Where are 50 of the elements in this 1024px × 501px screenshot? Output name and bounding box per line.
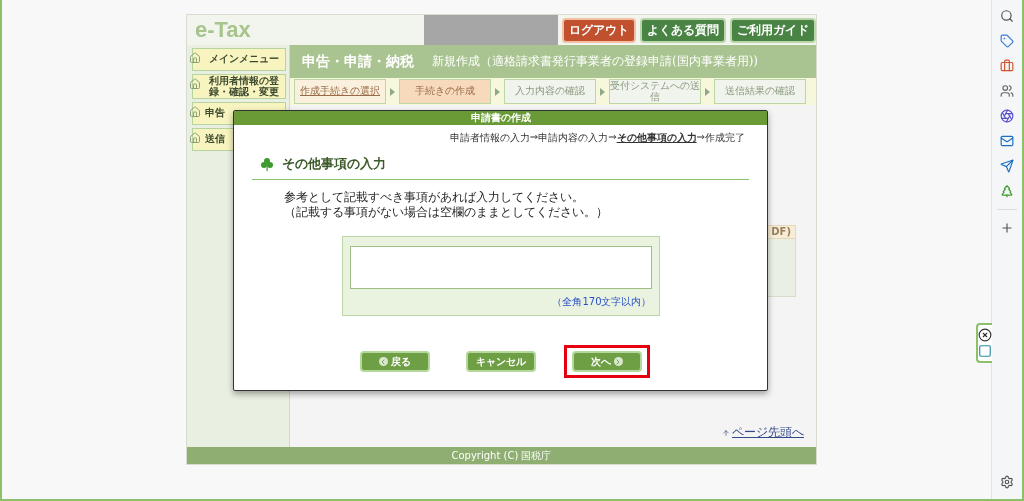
instruction-text: （記載する事項がない場合は空欄のままとしてください。） <box>284 205 609 220</box>
next-button[interactable]: 次へ <box>571 351 642 372</box>
house-icon <box>189 78 201 90</box>
instruction-text: 参考として記載すべき事項があれば入力してください。 <box>284 190 585 205</box>
page-subtitle: 新規作成（適格請求書発行事業者の登録申請(国内事業者用)) <box>432 53 759 70</box>
sidebar-item[interactable]: メインメニュー <box>192 48 286 71</box>
add-icon[interactable] <box>1000 221 1014 235</box>
close-icon[interactable] <box>978 328 992 342</box>
breadcrumb-item: その他事項の入力 <box>616 131 697 145</box>
sidebar-item[interactable]: 利用者情報の登録・確認・変更 <box>192 74 286 99</box>
step-item[interactable]: 入力内容の確認 <box>504 79 596 104</box>
breadcrumb-item: 申請内容の入力 <box>538 131 609 145</box>
clover-icon <box>260 157 274 171</box>
house-icon <box>189 106 201 118</box>
house-icon <box>189 132 201 144</box>
arrow-icon: ⇒ <box>696 131 705 145</box>
mail-icon[interactable] <box>1000 134 1014 148</box>
cancel-button[interactable]: キャンセル <box>465 351 536 372</box>
search-icon[interactable] <box>1000 9 1014 23</box>
briefcase-icon[interactable] <box>1000 59 1014 73</box>
logo: e-Tax <box>194 17 252 43</box>
aperture-icon[interactable] <box>1000 109 1014 123</box>
tag-icon[interactable] <box>1000 34 1014 48</box>
settings-icon[interactable] <box>1000 475 1014 489</box>
people-icon[interactable] <box>1000 84 1014 98</box>
footer: Copyright (C) 国税庁 <box>187 447 816 464</box>
tree-icon[interactable] <box>1000 184 1014 198</box>
step-item[interactable]: 手続きの作成 <box>399 79 491 104</box>
dialog-title: 申請書の作成 <box>234 111 767 125</box>
step-item[interactable]: 作成手続きの選択 <box>294 79 386 104</box>
breadcrumb-item: 作成完了 <box>705 131 745 145</box>
step-item[interactable]: 送信結果の確認 <box>714 79 806 104</box>
step-item[interactable]: 受付システムへの送信 <box>609 79 701 104</box>
heading-text: その他事項の入力 <box>282 155 386 173</box>
left-arrow-icon <box>378 357 388 366</box>
page-title: 申告・申請・納税 <box>302 52 414 71</box>
arrow-icon: ⇒ <box>529 131 539 145</box>
right-arrow-icon <box>613 357 623 366</box>
back-button[interactable]: 戻る <box>359 351 430 372</box>
header-button[interactable]: ご利用ガイド <box>730 17 816 43</box>
field-hint: （全角170文字以内） <box>552 295 652 309</box>
text-field[interactable] <box>349 246 652 289</box>
page-top-link[interactable]: ページ先頭へ <box>722 424 804 441</box>
header-button[interactable]: よくある質問 <box>640 17 726 43</box>
breadcrumb-item: 申請者情報の入力 <box>449 131 530 145</box>
arrow-icon: ⇒ <box>608 131 617 145</box>
arrow-up-icon <box>722 428 730 437</box>
logout-button[interactable]: ログアウト <box>562 17 636 43</box>
house-icon <box>189 52 201 64</box>
send-icon[interactable] <box>1000 159 1014 173</box>
